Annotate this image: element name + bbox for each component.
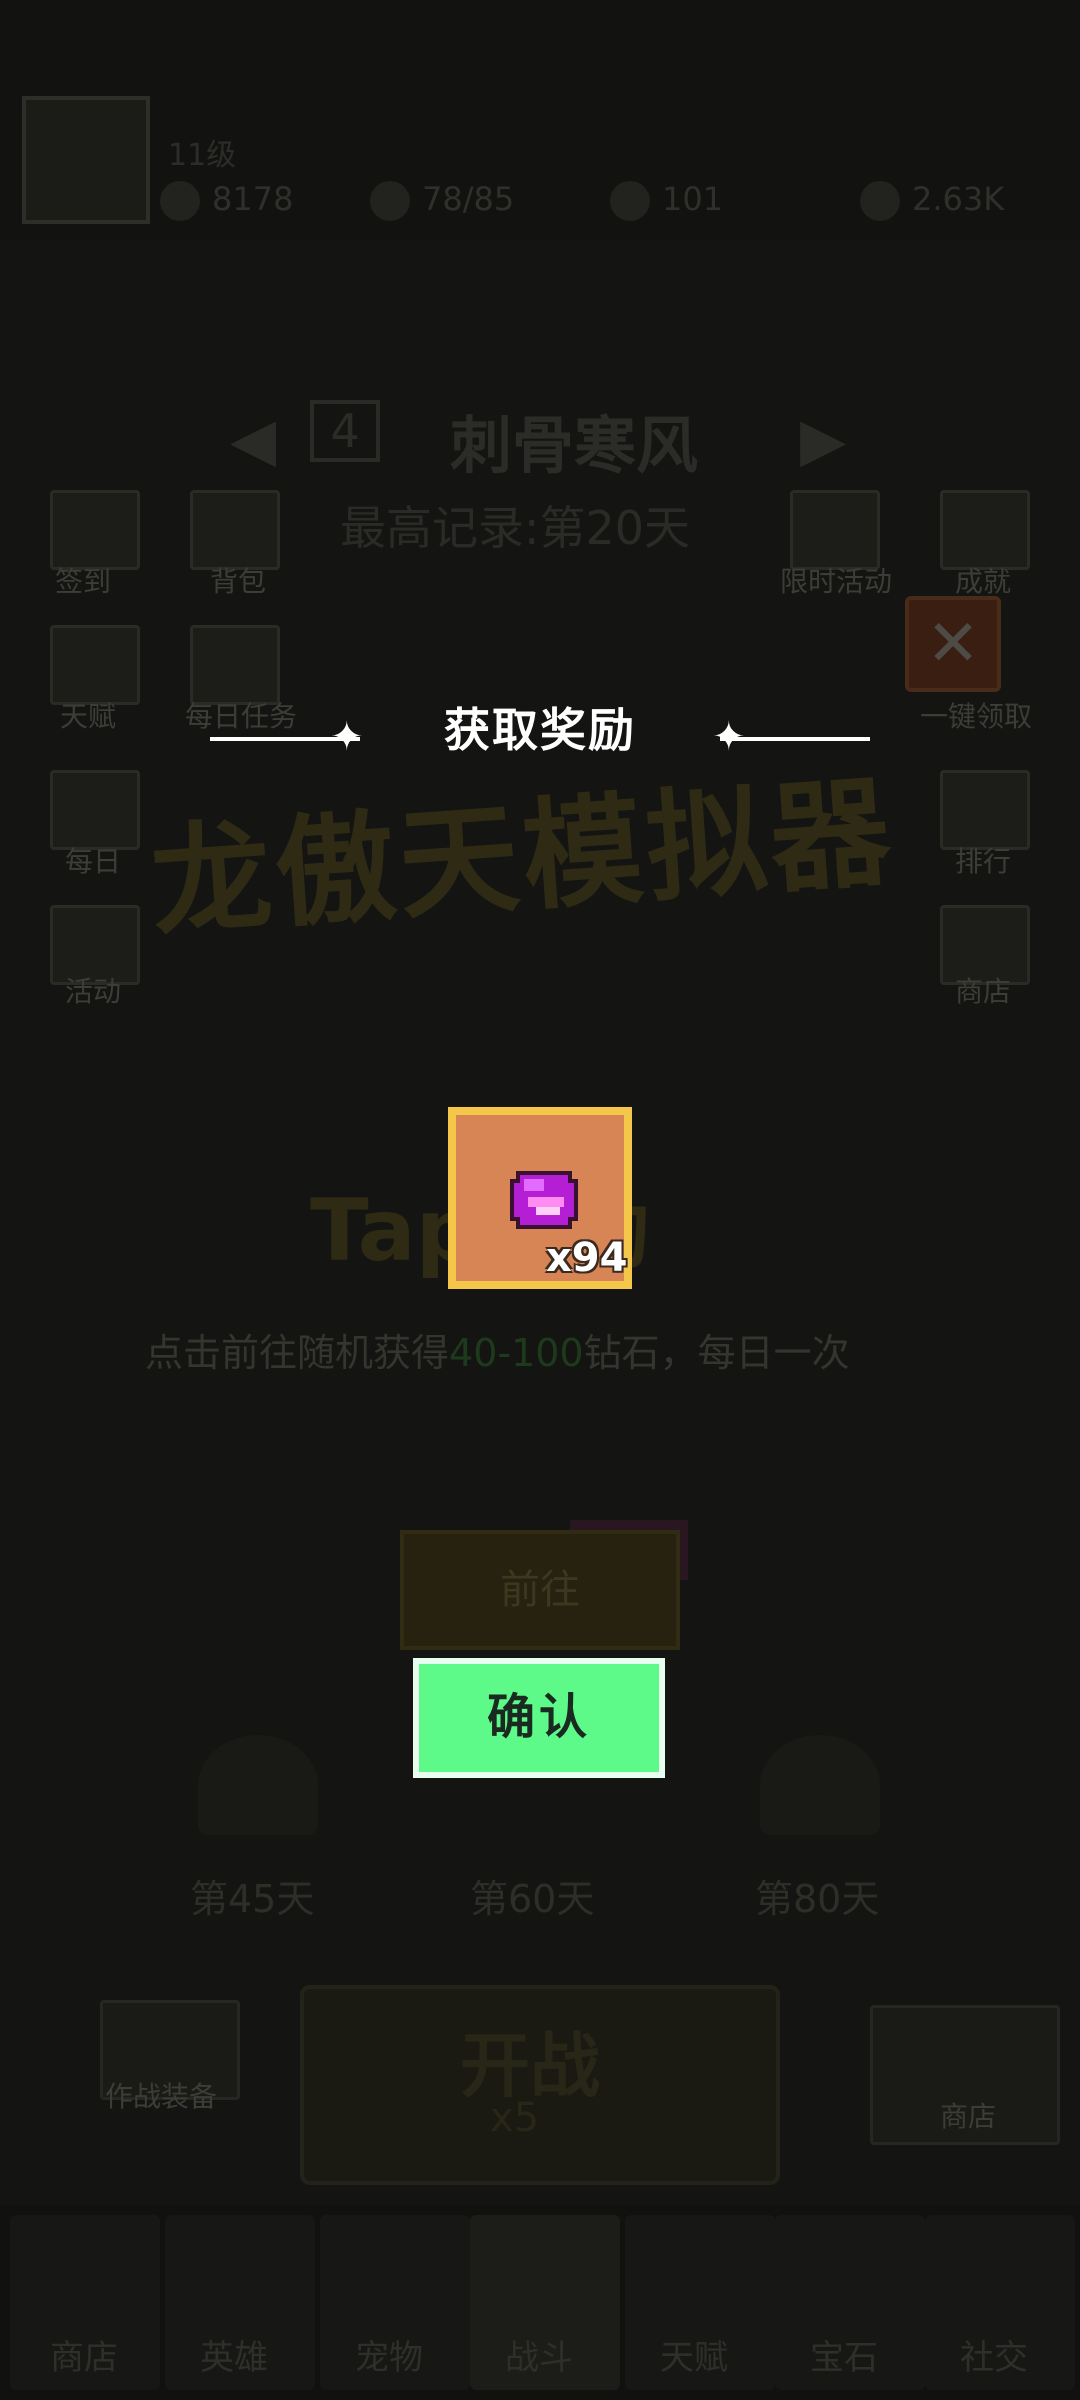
side-label-right-4: 排行 [955,845,1012,878]
nav-label-gem: 宝石 [810,2338,878,2378]
stage-number: 4 [310,400,380,462]
side-icon-left-3[interactable] [50,625,140,705]
side-label-left-2: 背包 [210,565,267,598]
exp-icon [160,181,200,221]
reward-item-card: x94 [448,1107,632,1289]
side-icon-left-1[interactable] [50,490,140,570]
gold-icon [860,181,900,221]
day-label-80: 第80天 [755,1877,880,1921]
side-icon-left-4[interactable] [190,625,280,705]
energy-value: 78/85 [422,180,515,218]
level-label: 11级 [168,138,237,173]
close-button[interactable]: ✕ [905,596,1001,692]
gold-stat[interactable]: 2.63K [860,180,1004,221]
stage-title: 刺骨寒风 [450,409,699,482]
game-logo: 龙傲天模拟器 [146,763,899,954]
side-icon-right-4[interactable] [940,770,1030,850]
next-stage-arrow[interactable]: ▶ [800,405,846,475]
reward-dialog-title: 获取奖励 [444,703,636,757]
nav-label-talent: 天赋 [660,2338,728,2378]
side-label-left-5: 每日 [65,845,122,878]
exp-value: 8178 [212,180,294,218]
side-icon-right-1[interactable] [790,490,880,570]
reward-item-count: x94 [546,1235,628,1281]
side-label-right-5: 商店 [955,975,1012,1008]
title-line-right [720,737,870,741]
tap-desc-suffix: 钻石，每日一次 [583,1331,850,1375]
chest-icon-45[interactable] [198,1735,318,1835]
prev-stage-arrow[interactable]: ◀ [230,405,276,475]
go-button[interactable]: 前往 [400,1530,680,1650]
side-label-left-6: 活动 [65,975,122,1008]
confirm-button[interactable]: 确认 [413,1658,665,1778]
nav-label-pet: 宠物 [355,2338,423,2378]
tap-desc-highlight: 40-100 [449,1331,584,1375]
battle-cost: x5 [490,2095,540,2141]
stage-record: 最高记录:第20天 [340,501,691,555]
nav-label-shop: 商店 [50,2338,118,2378]
shop-side-label: 商店 [940,2100,997,2133]
nav-label-battle: 战斗 [505,2338,573,2378]
nav-label-social: 社交 [960,2338,1028,2378]
side-icon-left-5[interactable] [50,770,140,850]
nav-label-hero: 英雄 [200,2338,268,2378]
equipment-label: 作战装备 [105,2080,218,2113]
side-icon-right-2[interactable] [940,490,1030,570]
side-label-right-2: 成就 [955,565,1012,598]
day-label-45: 第45天 [190,1877,315,1921]
tap-activity-desc: 点击前往随机获得40-100钻石，每日一次 [145,1322,850,1377]
player-avatar[interactable] [22,96,150,224]
gem-value: 101 [662,180,724,218]
chest-icon-80[interactable] [760,1735,880,1835]
gem-stat-icon [610,181,650,221]
energy-icon [370,181,410,221]
energy-stat[interactable]: 78/85 [370,180,514,221]
gem-stat[interactable]: 101 [610,180,723,221]
gem-icon [510,1171,578,1229]
tap-desc-prefix: 点击前往随机获得 [145,1331,450,1375]
gold-value: 2.63K [912,180,1005,218]
exp-stat: 8178 [160,180,293,221]
side-label-right-1: 限时活动 [780,565,893,598]
side-label-left-1: 签到 [55,565,112,598]
side-icon-left-2[interactable] [190,490,280,570]
day-label-60: 第60天 [470,1877,595,1921]
